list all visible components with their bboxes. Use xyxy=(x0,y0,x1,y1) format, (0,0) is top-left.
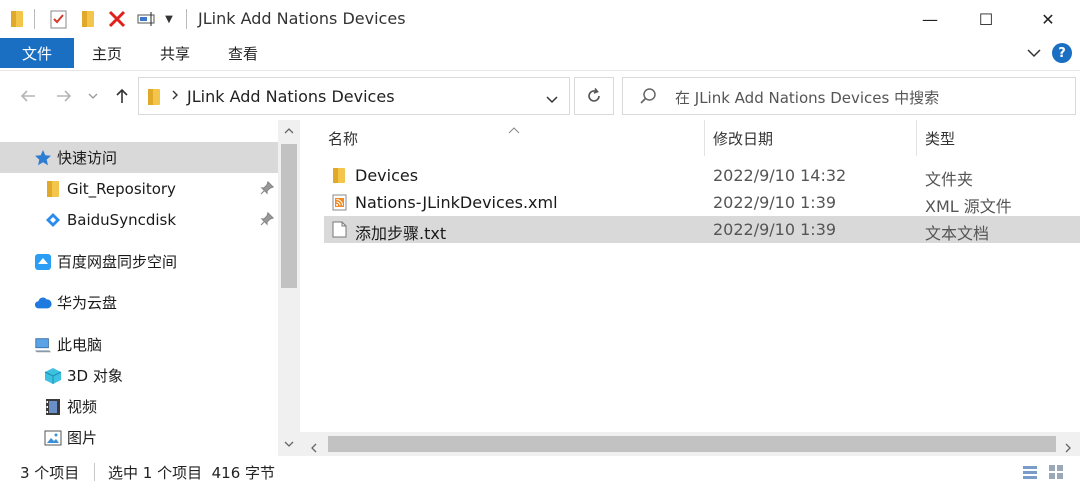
properties-icon[interactable] xyxy=(48,8,70,30)
file-date: 2022/9/10 1:39 xyxy=(713,220,837,239)
nav-item-3d-objects[interactable]: 3D 对象 xyxy=(0,360,278,391)
column-header-type[interactable]: 类型 xyxy=(925,120,1075,156)
cloud-icon xyxy=(34,294,52,312)
file-row[interactable]: Nations-JLinkDevices.xml 2022/9/10 1:39 … xyxy=(324,189,1080,216)
nav-item-baidusyncdisk[interactable]: BaiduSyncdisk xyxy=(0,204,278,235)
back-arrow-icon xyxy=(20,90,35,102)
tab-file[interactable]: 文件 xyxy=(0,38,74,68)
nav-item-pictures[interactable]: 图片 xyxy=(0,422,278,453)
expand-ribbon-icon[interactable] xyxy=(1026,45,1042,61)
ribbon-tabs: 文件 主页 共享 查看 ? xyxy=(0,38,1080,70)
baidu-sync-icon xyxy=(44,211,62,229)
minimize-icon: — xyxy=(922,9,938,29)
delete-icon[interactable] xyxy=(106,8,128,30)
back-button[interactable] xyxy=(18,85,38,107)
text-file-icon xyxy=(332,221,348,238)
recent-locations-icon[interactable] xyxy=(86,85,100,107)
film-icon xyxy=(44,398,62,416)
search-box[interactable]: 在 JLink Add Nations Devices 中搜索 xyxy=(622,77,1076,115)
customize-dropdown-icon[interactable]: ▼ xyxy=(162,8,176,30)
tab-home[interactable]: 主页 xyxy=(92,38,122,68)
scroll-up-icon[interactable] xyxy=(282,125,296,139)
baidu-netdisk-icon xyxy=(34,253,52,271)
forward-button[interactable] xyxy=(54,85,74,107)
help-icon[interactable]: ? xyxy=(1052,43,1072,63)
file-type: 文件夹 xyxy=(925,170,974,189)
nav-item-huawei-cloud[interactable]: 华为云盘 xyxy=(0,287,278,318)
file-date: 2022/9/10 1:39 xyxy=(713,193,837,212)
up-arrow-icon xyxy=(116,88,128,103)
file-date: 2022/9/10 14:32 xyxy=(713,166,847,185)
breadcrumb[interactable]: JLink Add Nations Devices xyxy=(187,87,395,106)
folder-icon xyxy=(8,8,26,30)
tab-share[interactable]: 共享 xyxy=(160,38,190,68)
file-name: 添加步骤.txt xyxy=(355,224,447,243)
breadcrumb-chevron-icon[interactable] xyxy=(171,88,179,106)
nav-scrollbar[interactable] xyxy=(278,120,300,456)
column-header-date[interactable]: 修改日期 xyxy=(713,120,913,156)
folder-icon xyxy=(44,180,62,198)
maximize-button[interactable]: ☐ xyxy=(958,0,1014,38)
pin-icon[interactable] xyxy=(260,180,275,195)
image-icon xyxy=(44,429,62,447)
tab-view[interactable]: 查看 xyxy=(228,38,258,68)
pin-icon[interactable] xyxy=(260,211,275,226)
scrollbar-thumb[interactable] xyxy=(328,436,1056,452)
minimize-button[interactable]: — xyxy=(902,0,958,38)
refresh-icon xyxy=(588,87,600,102)
close-button[interactable]: ✕ xyxy=(1020,0,1076,38)
nav-item-git-repository[interactable]: Git_Repository xyxy=(0,173,278,204)
file-name: Nations-JLinkDevices.xml xyxy=(355,193,558,212)
selection-info: 选中 1 个项目 416 字节 xyxy=(108,464,276,482)
scrollbar-thumb[interactable] xyxy=(281,144,297,288)
file-row[interactable]: Devices 2022/9/10 14:32 文件夹 xyxy=(324,162,1080,189)
new-folder-icon[interactable] xyxy=(78,8,98,30)
nav-item-this-pc[interactable]: 此电脑 xyxy=(0,329,278,360)
folder-icon xyxy=(147,88,161,110)
nav-item-videos[interactable]: 视频 xyxy=(0,391,278,422)
navigation-pane: 快速访问 Git_Repository BaiduSyncdisk 百度网盘同步… xyxy=(0,120,300,456)
folder-icon xyxy=(332,167,348,184)
scroll-left-icon[interactable] xyxy=(310,439,318,457)
file-type: 文本文档 xyxy=(925,224,990,243)
nav-item-quick-access[interactable]: 快速访问 xyxy=(0,142,278,173)
maximize-icon: ☐ xyxy=(978,9,994,29)
rename-icon[interactable] xyxy=(136,8,158,30)
window-title: JLink Add Nations Devices xyxy=(198,9,406,28)
close-icon: ✕ xyxy=(1041,9,1055,29)
search-input[interactable]: 在 JLink Add Nations Devices 中搜索 xyxy=(675,87,939,108)
up-button[interactable] xyxy=(112,85,132,107)
search-icon xyxy=(639,87,657,109)
file-type: XML 源文件 xyxy=(925,197,1012,216)
address-dropdown-icon[interactable] xyxy=(545,91,559,109)
scroll-down-icon[interactable] xyxy=(282,438,296,452)
title-bar: ▼ JLink Add Nations Devices — ☐ ✕ xyxy=(0,0,1080,38)
address-bar[interactable]: JLink Add Nations Devices xyxy=(138,77,570,115)
cube-icon xyxy=(44,367,62,385)
scroll-right-icon[interactable] xyxy=(1064,439,1072,457)
nav-item-baidu-netdisk[interactable]: 百度网盘同步空间 xyxy=(0,246,278,277)
large-icons-view-icon[interactable] xyxy=(1048,464,1064,480)
column-header-name[interactable]: 名称 xyxy=(328,120,708,156)
refresh-button[interactable] xyxy=(574,77,614,115)
status-bar: 3 个项目 选中 1 个项目 416 字节 xyxy=(0,456,1080,487)
computer-icon xyxy=(34,336,52,354)
file-list: 名称 修改日期 类型 Devices 2022/9/10 14:32 文件夹 N… xyxy=(300,120,1080,456)
address-row: JLink Add Nations Devices 在 JLink Add Na… xyxy=(0,70,1080,120)
file-list-scrollbar[interactable] xyxy=(300,432,1080,456)
xml-file-icon xyxy=(332,194,348,211)
star-icon xyxy=(34,149,52,167)
item-count: 3 个项目 xyxy=(20,464,80,482)
file-row[interactable]: 添加步骤.txt 2022/9/10 1:39 文本文档 xyxy=(324,216,1080,243)
file-name: Devices xyxy=(355,166,419,185)
details-view-icon[interactable] xyxy=(1022,464,1038,480)
forward-arrow-icon xyxy=(57,90,72,102)
